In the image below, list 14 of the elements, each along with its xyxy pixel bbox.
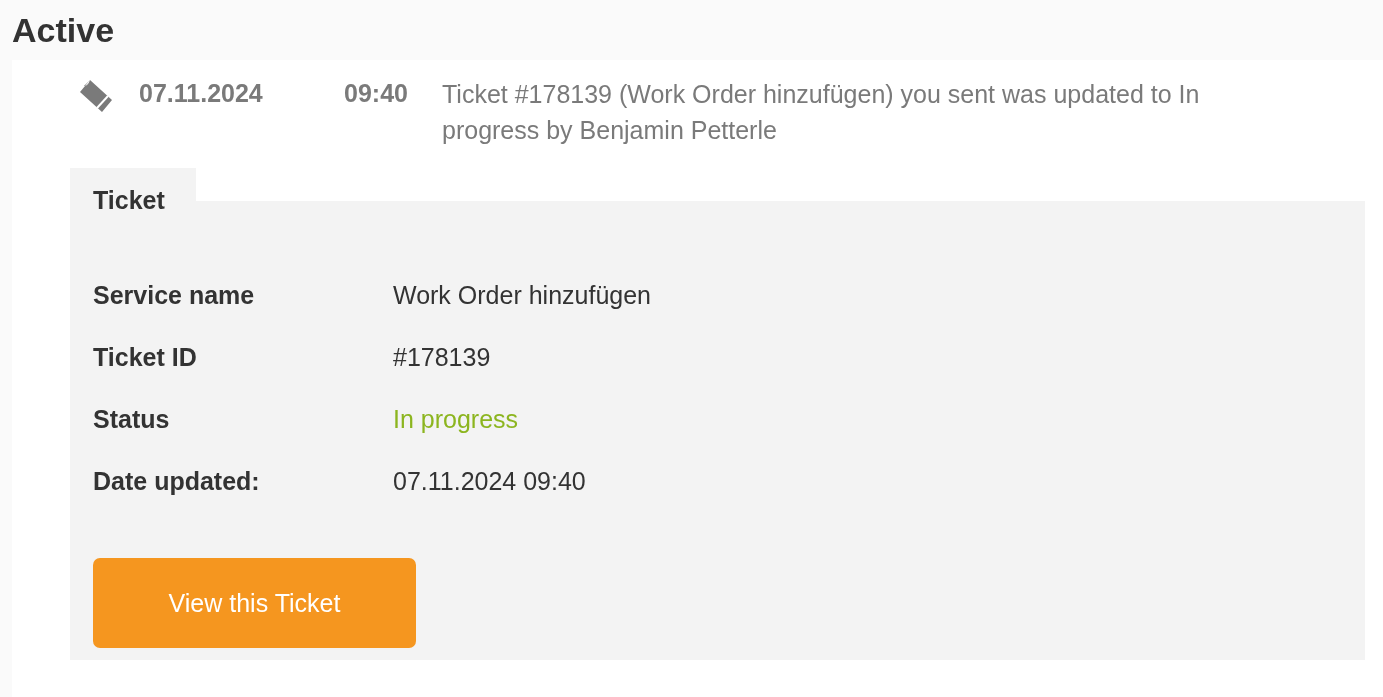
field-value: Work Order hinzufügen (393, 280, 651, 311)
page-heading: Active (12, 10, 115, 50)
ticket-icon (78, 78, 114, 114)
field-label: Service name (93, 280, 256, 311)
entry-time: 09:40 (344, 78, 409, 109)
field-value: #178139 (393, 342, 491, 373)
field-value: In progress (393, 404, 519, 435)
field-value: 07.11.2024 09:40 (393, 466, 586, 497)
field-label: Status (93, 404, 171, 435)
field-label: Ticket ID (93, 342, 198, 373)
view-ticket-button[interactable]: View this Ticket (93, 558, 416, 648)
entry-date: 07.11.2024 (139, 78, 264, 109)
field-label: Date updated: (93, 466, 261, 497)
entry-message: Ticket #178139 (Work Order hinzufügen) you sent was updated to In progress by Benjamin Petterle (442, 79, 1201, 146)
